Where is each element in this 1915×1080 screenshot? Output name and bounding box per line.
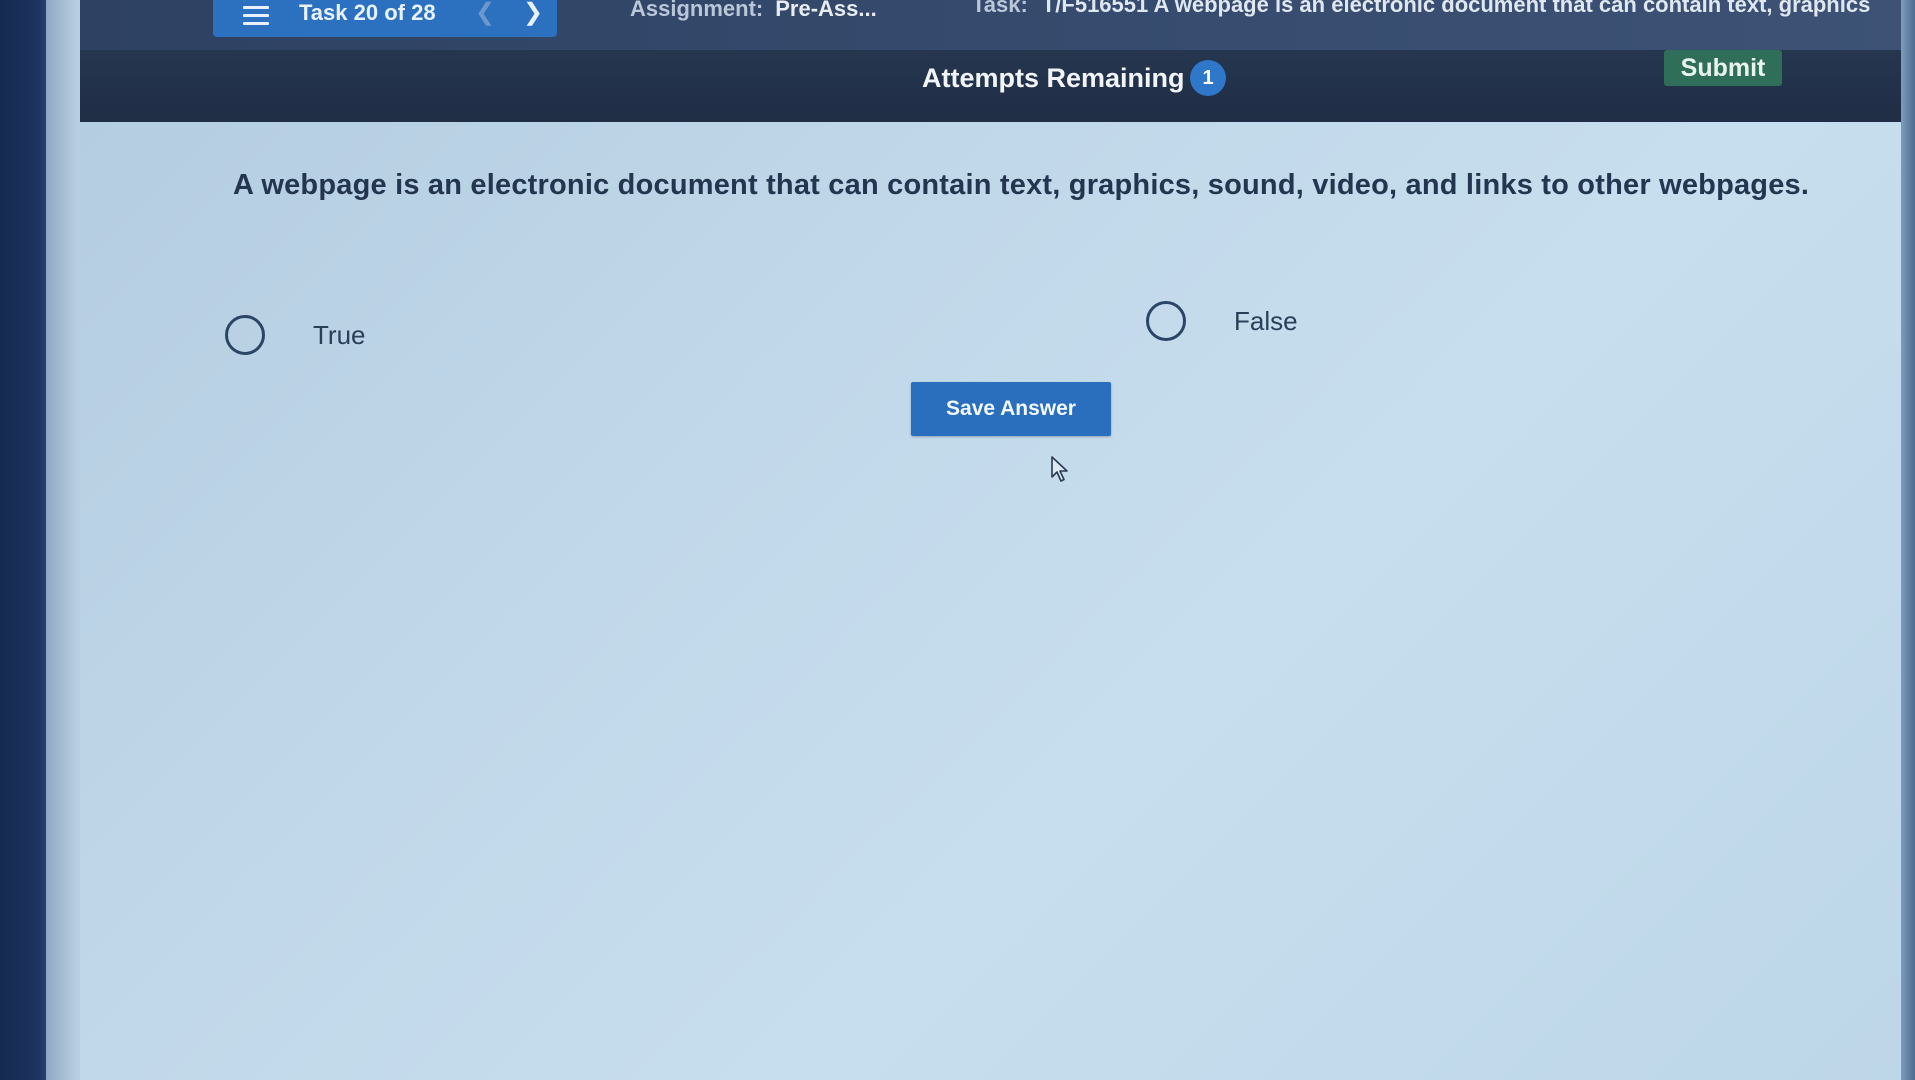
assignment-key: Assignment: <box>630 0 764 21</box>
question-panel: A webpage is an electronic document that… <box>80 122 1905 1080</box>
task-info: Task: T/F516551 A webpage is an electroni… <box>972 0 1915 18</box>
question-text: A webpage is an electronic document that… <box>233 169 1810 201</box>
mouse-pointer-icon <box>1051 456 1068 482</box>
attempts-remaining-label: Attempts Remaining <box>922 63 1185 93</box>
assignment-info: Assignment: Pre-Ass... <box>630 0 877 22</box>
save-answer-button[interactable]: Save Answer <box>911 382 1111 436</box>
task-navigation: Task 20 of 28 ❮ ❯ <box>213 0 557 37</box>
attempts-bar: Attempts Remaining 1 Submit <box>80 50 1905 122</box>
task-header-bar: Task 20 of 28 ❮ ❯ Assignment: Pre-Ass... … <box>80 0 1905 50</box>
option-false[interactable]: False <box>1146 301 1298 341</box>
option-false-label[interactable]: False <box>1234 306 1298 337</box>
option-true-label[interactable]: True <box>313 320 366 351</box>
submit-button[interactable]: Submit <box>1664 50 1782 86</box>
radio-button-true[interactable] <box>225 315 265 355</box>
monitor-bezel-left <box>0 0 48 1080</box>
attempts-count-badge: 1 <box>1190 60 1226 96</box>
assignment-name[interactable]: Pre-Ass... <box>775 0 877 21</box>
task-name: T/F516551 A webpage is an electronic doc… <box>1041 0 1871 17</box>
chevron-left-icon[interactable]: ❮ <box>475 0 495 27</box>
task-key: Task: <box>972 0 1028 17</box>
task-counter: Task 20 of 28 <box>299 0 436 25</box>
radio-button-false[interactable] <box>1146 301 1186 341</box>
option-true[interactable]: True <box>225 315 366 355</box>
monitor-bezel-right <box>1901 0 1915 1080</box>
chevron-right-icon[interactable]: ❯ <box>523 0 543 27</box>
hamburger-menu-icon[interactable] <box>243 6 269 26</box>
